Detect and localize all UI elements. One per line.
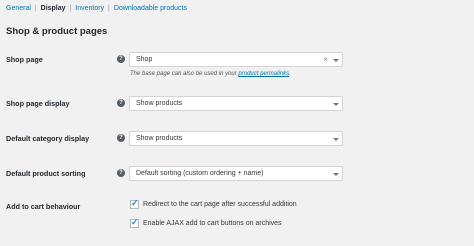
add-to-cart-behaviour-label: Add to cart behaviour xyxy=(6,202,81,211)
subnav-display-current: Display xyxy=(40,5,66,12)
default-category-display-label: Default category display xyxy=(6,134,90,143)
redirect-to-cart-checkbox[interactable]: ✓ xyxy=(130,198,139,209)
shop-page-display-select[interactable]: Show products xyxy=(129,96,343,111)
enable-ajax-label[interactable]: Enable AJAX add to cart buttons on archi… xyxy=(143,220,282,227)
section-heading: Shop & product pages xyxy=(6,26,108,37)
subnav-separator: | xyxy=(69,5,72,12)
product-permalinks-link[interactable]: product permalinks xyxy=(238,71,289,77)
shop-page-display-value: Show products xyxy=(136,100,183,107)
chevron-down-icon[interactable] xyxy=(333,103,339,106)
checkmark-icon: ✓ xyxy=(131,198,139,208)
shop-page-description: The base page can also be used in your p… xyxy=(130,71,291,77)
shop-page-select[interactable]: Shop × xyxy=(129,52,343,67)
enable-ajax-checkbox[interactable]: ✓ xyxy=(130,217,139,228)
help-icon[interactable]: ? xyxy=(117,134,125,142)
subnav-general-link[interactable]: General xyxy=(6,5,31,12)
desc-suffix: . xyxy=(289,71,291,77)
help-icon[interactable]: ? xyxy=(117,169,125,177)
subnav-separator: | xyxy=(108,5,110,12)
default-product-sorting-value: Default sorting (custom ordering + name) xyxy=(136,170,264,177)
checkmark-icon: ✓ xyxy=(131,217,139,227)
shop-page-value: Shop xyxy=(136,56,153,63)
chevron-down-icon[interactable] xyxy=(333,59,339,62)
default-category-display-value: Show products xyxy=(136,135,183,142)
redirect-to-cart-label[interactable]: Redirect to the cart page after successf… xyxy=(143,201,297,208)
help-icon[interactable]: ? xyxy=(117,99,125,107)
clear-selection-icon[interactable]: × xyxy=(323,55,328,64)
shop-page-display-label: Shop page display xyxy=(6,99,70,108)
default-product-sorting-label: Default product sorting xyxy=(6,169,86,178)
chevron-down-icon[interactable] xyxy=(333,138,339,141)
settings-subnav: General | Display | Inventory | Download… xyxy=(6,5,187,12)
subnav-separator: | xyxy=(34,5,37,12)
subnav-inventory-link[interactable]: Inventory xyxy=(75,5,104,12)
default-category-display-select[interactable]: Show products xyxy=(129,131,343,146)
help-icon[interactable]: ? xyxy=(117,55,125,63)
default-product-sorting-select[interactable]: Default sorting (custom ordering + name) xyxy=(129,166,343,181)
shop-page-label: Shop page xyxy=(6,55,43,64)
chevron-down-icon[interactable] xyxy=(333,173,339,176)
desc-prefix: The base page can also be used in your xyxy=(130,71,239,77)
subnav-downloadable-link[interactable]: Downloadable products xyxy=(114,5,187,12)
